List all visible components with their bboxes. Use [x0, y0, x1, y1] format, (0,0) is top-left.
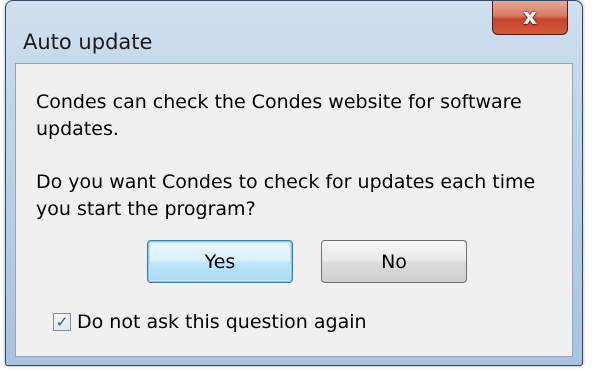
no-button[interactable]: No: [321, 240, 467, 283]
window-title: Auto update: [23, 30, 153, 54]
message-text-2: Do you want Condes to check for updates …: [36, 171, 536, 220]
no-button-label: No: [381, 250, 407, 273]
checkmark-icon: ✓: [55, 312, 69, 331]
title-bar[interactable]: Auto update x: [6, 1, 582, 63]
close-icon: x: [522, 4, 538, 30]
do-not-ask-checkbox[interactable]: ✓: [53, 313, 71, 331]
do-not-ask-checkbox-row[interactable]: ✓ Do not ask this question again: [53, 311, 367, 333]
close-button[interactable]: x: [492, 1, 568, 35]
yes-button[interactable]: Yes: [147, 240, 293, 283]
checkbox-label: Do not ask this question again: [77, 311, 367, 333]
yes-button-label: Yes: [204, 250, 236, 273]
message-text-1: Condes can check the Condes website for …: [36, 91, 522, 140]
dialog-content: Condes can check the Condes website for …: [15, 63, 573, 357]
auto-update-dialog: Auto update x Condes can check the Conde…: [5, 0, 583, 366]
